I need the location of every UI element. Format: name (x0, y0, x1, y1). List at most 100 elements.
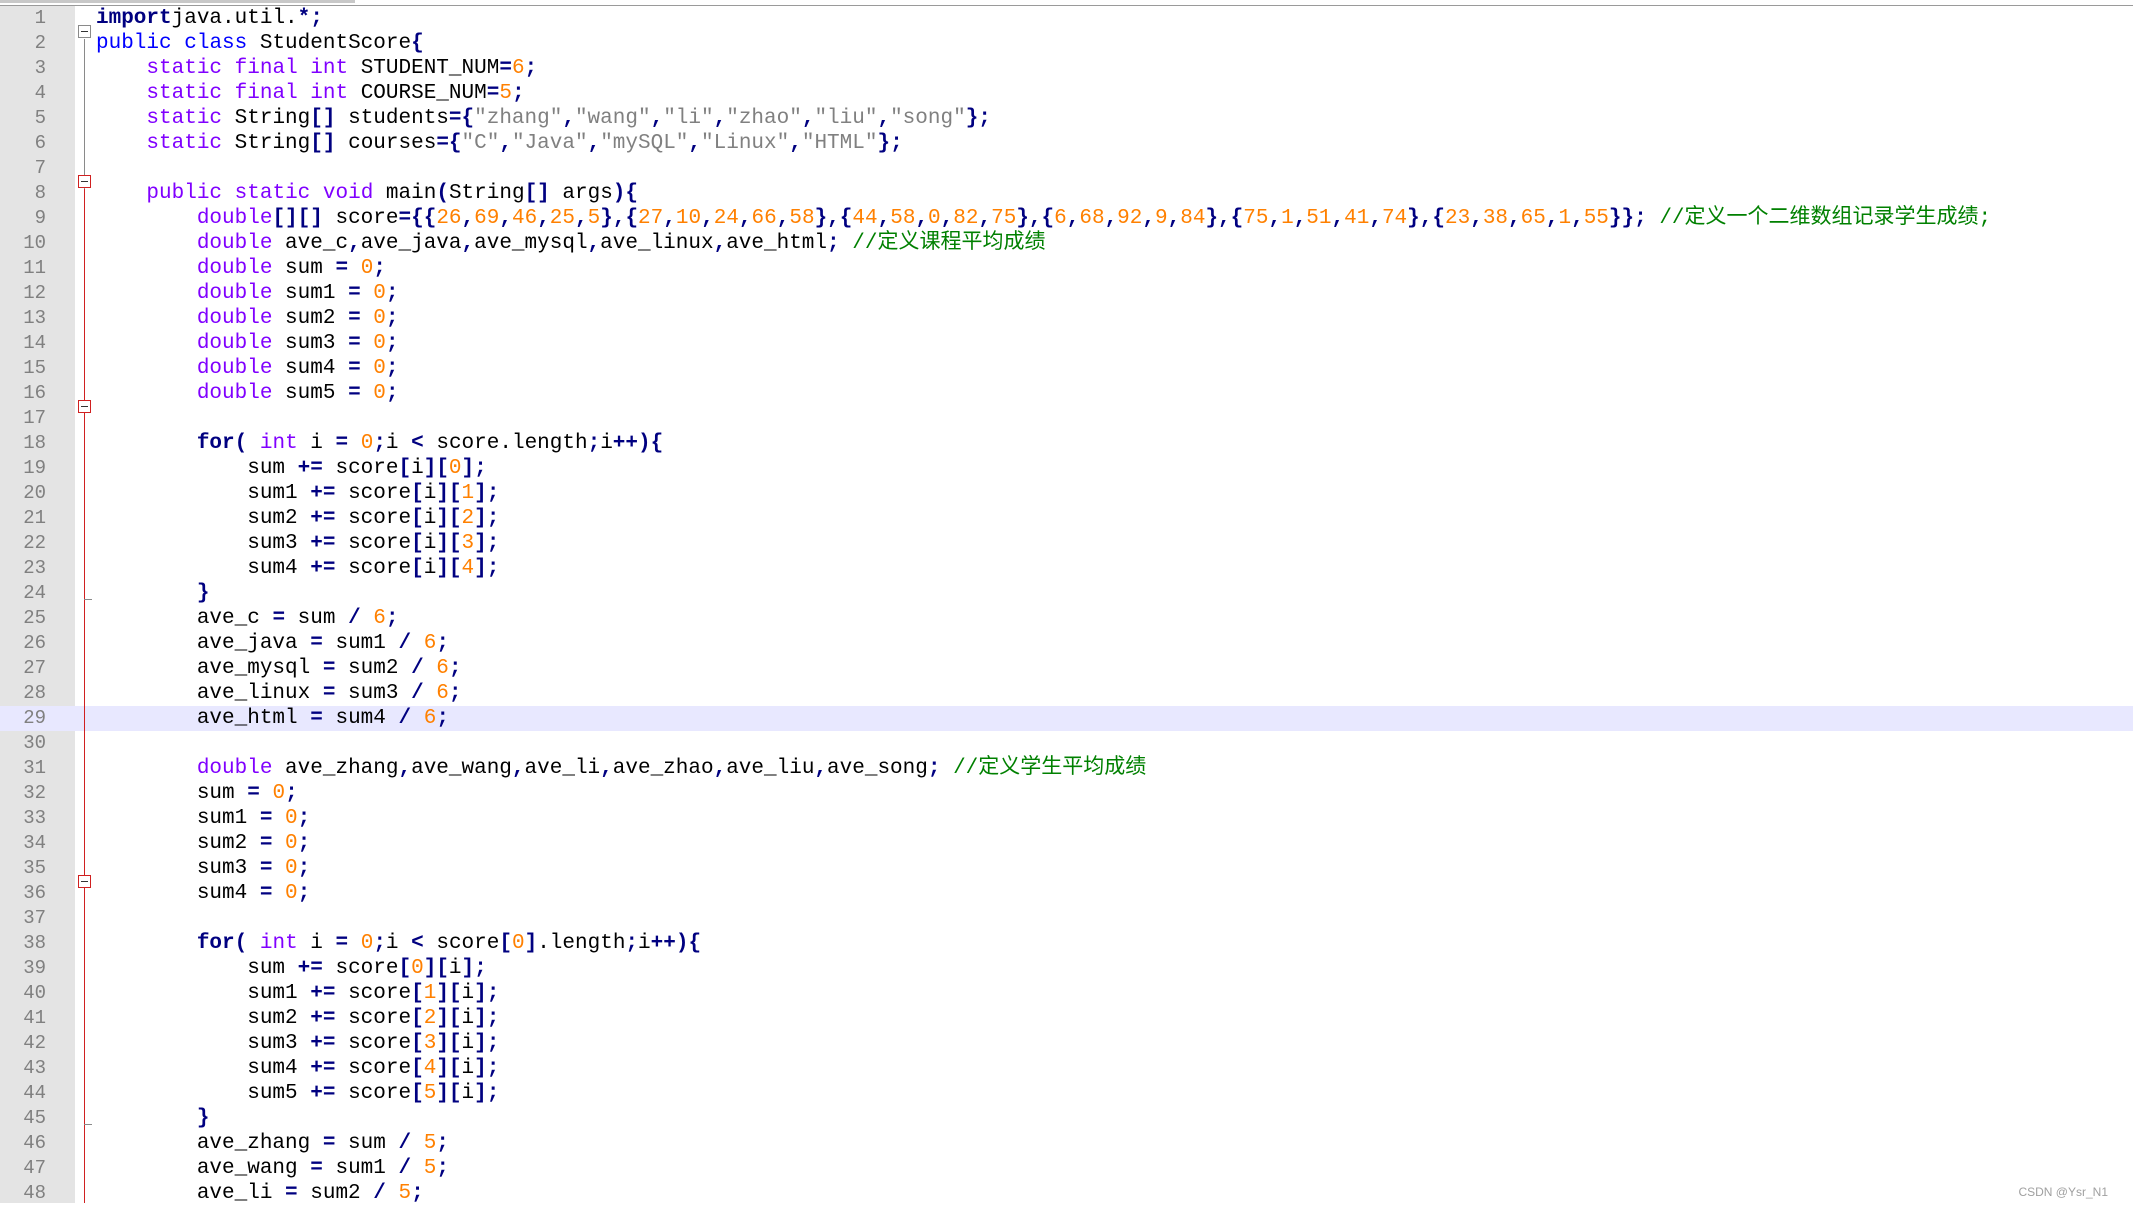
token: double (196, 232, 273, 255)
token: ){ (612, 182, 639, 205)
token: score (322, 957, 399, 980)
token: 1 (423, 982, 437, 1005)
code-line[interactable]: 45 } (0, 1106, 2133, 1131)
active-tab-strip[interactable] (0, 0, 355, 3)
code-line[interactable]: 29 ave_html = sum4 / 6; (0, 706, 2133, 731)
token: 0 (360, 432, 374, 455)
code-line[interactable]: 26 ave_java = sum1 / 6; (0, 631, 2133, 656)
token: i (297, 932, 336, 955)
code-line[interactable]: 5 static String[] students={"zhang","wan… (0, 106, 2133, 131)
code-lines[interactable]: 1 importjava.util.*; 2 public class Student… (0, 6, 2133, 1203)
code-line[interactable]: 38 for( int i = 0;i < score[0].length;i+… (0, 931, 2133, 956)
token: ; (297, 857, 311, 880)
token: java.util. (171, 7, 298, 30)
code-line[interactable]: 2 public class StudentScore{ (0, 31, 2133, 56)
code-line[interactable]: 40 sum1 += score[1][i]; (0, 981, 2133, 1006)
token: , (1104, 207, 1118, 230)
code-line[interactable]: 32 sum = 0; (0, 781, 2133, 806)
token: sum3 (96, 857, 260, 880)
code-line[interactable]: 36 sum4 = 0; (0, 881, 2133, 906)
token: 3 (423, 1032, 437, 1055)
code-line[interactable]: 34 sum2 = 0; (0, 831, 2133, 856)
token: "C" (461, 132, 500, 155)
token: , (713, 232, 727, 255)
code-line[interactable]: 27 ave_mysql = sum2 / 6; (0, 656, 2133, 681)
code-line[interactable]: 4 static final int COURSE_NUM=5; (0, 81, 2133, 106)
code-editor[interactable]: 1 importjava.util.*; 2 public class Student… (0, 6, 2133, 1203)
code-line[interactable]: 42 sum3 += score[3][i]; (0, 1031, 2133, 1056)
code-line[interactable]: 31 double ave_zhang,ave_wang,ave_li,ave_… (0, 756, 2133, 781)
token: ( (436, 182, 449, 205)
token: score (423, 932, 500, 955)
code-line[interactable]: 44 sum5 += score[5][i]; (0, 1081, 2133, 1106)
code-line[interactable]: 43 sum4 += score[4][i]; (0, 1056, 2133, 1081)
code-line[interactable]: 22 sum3 += score[i][3]; (0, 531, 2133, 556)
code-line[interactable]: 7 (0, 156, 2133, 181)
fold-toggle-class-icon[interactable] (78, 25, 91, 38)
token: ][ (436, 982, 462, 1005)
token: += (310, 982, 336, 1005)
token: ave_c (96, 607, 273, 630)
code-line[interactable]: 11 double sum = 0; (0, 256, 2133, 281)
token: ]; (474, 1082, 500, 1105)
code-line[interactable]: 17 (0, 406, 2133, 431)
code-line[interactable]: 1 importjava.util.*; (0, 6, 2133, 31)
line-code: sum3 = 0; (96, 856, 310, 881)
token: sum2 (96, 507, 311, 530)
token: int (259, 432, 298, 455)
code-line[interactable]: 8 public static void main(String[] args)… (0, 181, 2133, 206)
code-line[interactable]: 9 double[][] score={{26,69,46,25,5},{27,… (0, 206, 2133, 231)
code-line[interactable]: 30 (0, 731, 2133, 756)
code-line[interactable]: 18 for( int i = 0;i < score.length;i++){ (0, 431, 2133, 456)
token: 26 (436, 207, 462, 230)
line-number: 48 (23, 1182, 46, 1203)
token: "song" (890, 107, 966, 130)
code-line[interactable]: 23 sum4 += score[i][4]; (0, 556, 2133, 581)
code-line[interactable]: 37 (0, 906, 2133, 931)
code-line[interactable]: 13 double sum2 = 0; (0, 306, 2133, 331)
fold-toggle-for2-icon[interactable] (78, 875, 91, 888)
code-line[interactable]: 3 static final int STUDENT_NUM=6; (0, 56, 2133, 81)
code-line[interactable]: 10 double ave_c,ave_java,ave_mysql,ave_l… (0, 231, 2133, 256)
token: ave_mysql (96, 657, 323, 680)
fold-toggle-for1-icon[interactable] (78, 400, 91, 413)
line-number: 46 (23, 1132, 46, 1154)
token: = (259, 857, 273, 880)
code-line[interactable]: 46 ave_zhang = sum / 5; (0, 1131, 2133, 1156)
code-line[interactable]: 6 static String[] courses={"C","Java","m… (0, 131, 2133, 156)
code-line[interactable]: 25 ave_c = sum / 6; (0, 606, 2133, 631)
token: i (638, 932, 651, 955)
code-line[interactable]: 35 sum3 = 0; (0, 856, 2133, 881)
code-line[interactable]: 12 double sum1 = 0; (0, 281, 2133, 306)
token: 46 (511, 207, 538, 230)
code-line[interactable]: 21 sum2 += score[i][2]; (0, 506, 2133, 531)
line-number: 11 (23, 257, 46, 279)
code-line[interactable]: 24 } (0, 581, 2133, 606)
token: ={{ (398, 207, 437, 230)
code-line[interactable]: 39 sum += score[0][i]; (0, 956, 2133, 981)
code-line[interactable]: 33 sum1 = 0; (0, 806, 2133, 831)
token: sum2 (335, 657, 412, 680)
token: sum1 (96, 482, 311, 505)
code-line[interactable]: 16 double sum5 = 0; (0, 381, 2133, 406)
code-line[interactable]: 48 ave_li = sum2 / 5; (0, 1181, 2133, 1203)
code-line[interactable]: 19 sum += score[i][0]; (0, 456, 2133, 481)
code-line[interactable]: 41 sum2 += score[2][i]; (0, 1006, 2133, 1031)
line-code: double ave_zhang,ave_wang,ave_li,ave_zha… (96, 756, 1146, 781)
fold-toggle-main-icon[interactable] (78, 175, 91, 188)
token: 6 (436, 657, 449, 680)
code-line[interactable]: 14 double sum3 = 0; (0, 331, 2133, 356)
code-line[interactable]: 15 double sum4 = 0; (0, 356, 2133, 381)
code-line[interactable]: 20 sum1 += score[i][1]; (0, 481, 2133, 506)
token: ave_mysql (474, 232, 588, 255)
token: , (801, 107, 815, 130)
token: 0 (285, 807, 298, 830)
code-line[interactable]: 28 ave_linux = sum3 / 6; (0, 681, 2133, 706)
code-line[interactable]: 47 ave_wang = sum1 / 5; (0, 1156, 2133, 1181)
